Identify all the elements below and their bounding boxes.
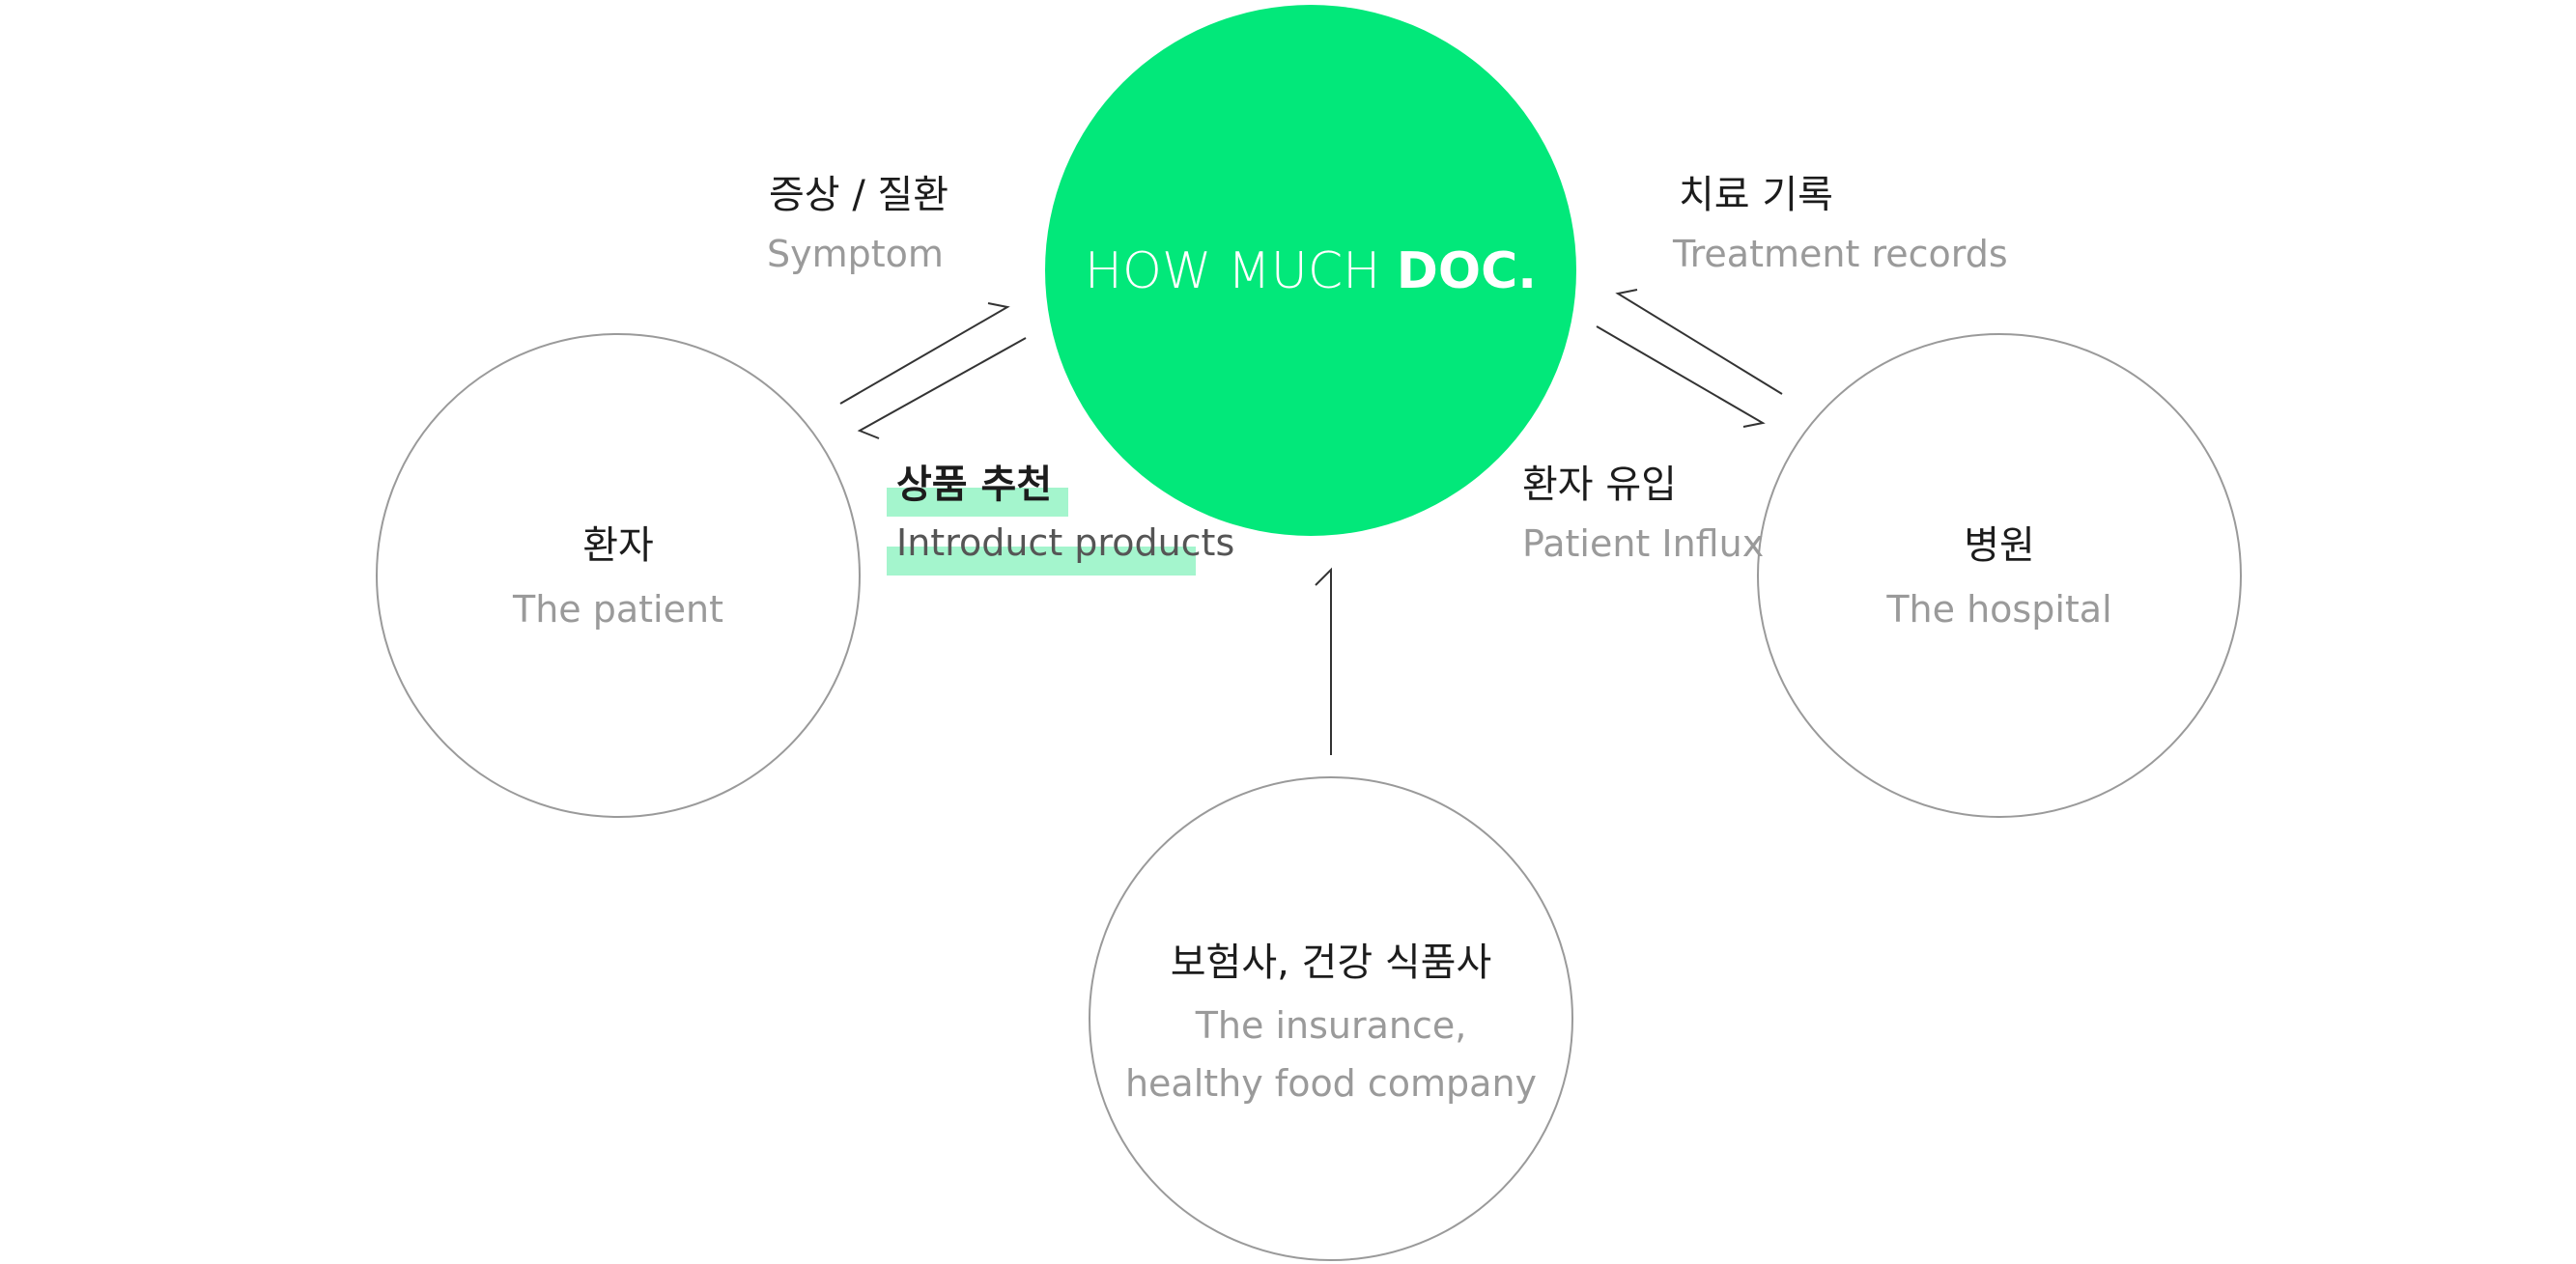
- hospital-label-en: The hospital: [1885, 588, 2111, 631]
- flow-influx-en: Patient Influx: [1522, 522, 1764, 565]
- hub-title-bold: DOC.: [1397, 242, 1537, 300]
- patient-label-en: The patient: [512, 588, 723, 631]
- arrow-hub-to-hospital: [1596, 325, 1766, 428]
- ecosystem-diagram: HOW MUCH DOC. 환자 The patient 병원 The hosp…: [376, 5, 2242, 1261]
- insurance-label-ko: 보험사, 건강 식품사: [1171, 941, 1492, 985]
- patient-label-ko: 환자: [582, 523, 654, 568]
- insurance-label-en-line1: The insurance,: [1195, 1004, 1467, 1047]
- flow-products-en: Introduct products: [896, 521, 1234, 564]
- hub-title-light: HOW MUCH: [1085, 242, 1397, 300]
- arrow-insurance-to-hub: [1315, 567, 1332, 755]
- flow-influx-ko: 환자 유입: [1522, 463, 1677, 507]
- arrow-hub-to-patient: [857, 337, 1027, 439]
- hospital-circle: [1757, 333, 2242, 818]
- flow-symptom-en: Symptom: [767, 233, 944, 275]
- flow-symptom-ko: 증상 / 질환: [769, 173, 948, 217]
- hub-title: HOW MUCH DOC.: [1085, 242, 1537, 300]
- arrow-patient-to-hub: [839, 302, 1010, 405]
- flow-treatment-ko: 치료 기록: [1679, 173, 1833, 217]
- flow-products-ko: 상품 추천: [896, 463, 1052, 507]
- arrow-hospital-to-hub: [1615, 289, 1783, 395]
- patient-circle: [376, 333, 861, 818]
- flow-treatment-en: Treatment records: [1672, 233, 2008, 275]
- insurance-label-en-line2: healthy food company: [1125, 1062, 1537, 1105]
- hospital-label-ko: 병원: [1964, 523, 2035, 568]
